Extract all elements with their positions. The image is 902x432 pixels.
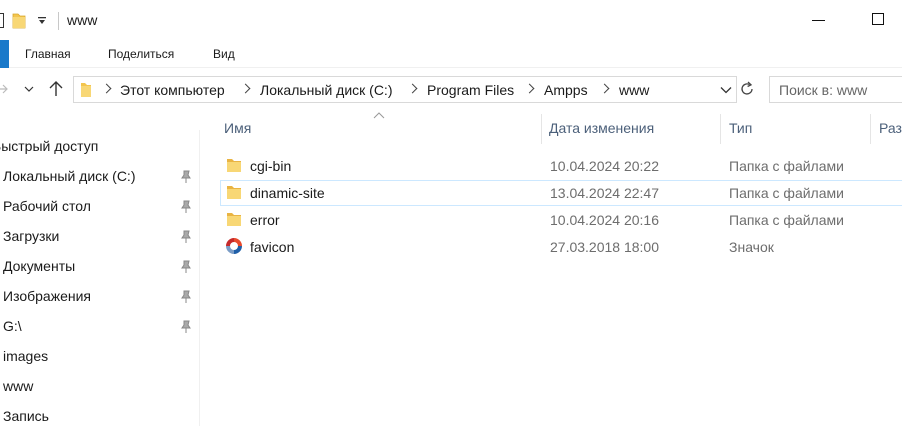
refresh-icon[interactable] <box>739 81 755 97</box>
tab-share[interactable]: Поделиться <box>108 47 174 61</box>
file-name: cgi-bin <box>250 158 292 174</box>
file-name: dinamic-site <box>250 185 325 201</box>
quick-access-folder-icon[interactable] <box>12 12 26 29</box>
sidebar-item-label: www <box>3 378 34 394</box>
address-history-chevron-icon[interactable] <box>720 86 732 94</box>
file-list: Имя Дата изменения Тип Раз cgi-bin 10.04… <box>200 106 902 426</box>
sidebar-item-label: Запись <box>3 408 49 424</box>
pin-icon[interactable] <box>180 290 192 304</box>
pin-icon[interactable] <box>180 230 192 244</box>
tab-home[interactable]: Главная <box>25 47 71 61</box>
pin-icon[interactable] <box>180 260 192 274</box>
sidebar-item-label: images <box>3 348 49 364</box>
sidebar-item-label: Локальный диск (C:) <box>3 168 136 184</box>
column-header-size[interactable]: Раз <box>879 120 902 136</box>
sidebar-item-documents[interactable]: Документы <box>0 252 198 282</box>
pin-icon[interactable] <box>180 200 192 214</box>
address-bar[interactable]: Этот компьютер Локальный диск (C:) Progr… <box>73 76 737 103</box>
sidebar-item-label: G:\ <box>3 318 22 334</box>
sidebar-item-local-disk[interactable]: Локальный диск (C:) <box>0 162 198 192</box>
table-row[interactable]: cgi-bin 10.04.2024 20:22 Папка с файлами <box>220 153 902 179</box>
search-box[interactable] <box>769 76 902 103</box>
sidebar-item-recording[interactable]: Запись <box>0 402 198 432</box>
column-divider[interactable] <box>870 114 871 144</box>
breadcrumb-local-disk[interactable]: Локальный диск (C:) <box>260 82 393 98</box>
recent-locations-chevron-icon[interactable] <box>24 85 34 93</box>
file-date-modified: 10.04.2024 20:16 <box>550 212 659 228</box>
sidebar-item-label: Быстрый доступ <box>0 138 99 154</box>
folder-icon <box>227 159 241 172</box>
column-header-type[interactable]: Тип <box>729 120 752 136</box>
search-input[interactable] <box>770 77 890 102</box>
sidebar-item-downloads[interactable]: Загрузки <box>0 222 198 252</box>
file-type: Папка с файлами <box>729 212 844 228</box>
maximize-button[interactable] <box>872 13 884 25</box>
file-type: Значок <box>729 239 774 255</box>
sidebar-item-www[interactable]: www <box>0 372 198 402</box>
sidebar-item-drive-g[interactable]: G:\ <box>0 312 198 342</box>
breadcrumb-separator-icon[interactable] <box>101 83 112 94</box>
file-date-modified: 13.04.2024 22:47 <box>550 185 659 201</box>
tab-view[interactable]: Вид <box>213 47 235 61</box>
column-header-date-modified[interactable]: Дата изменения <box>549 120 654 136</box>
file-tab[interactable] <box>0 40 9 68</box>
forward-arrow-icon[interactable] <box>0 83 9 95</box>
minimize-button[interactable] <box>812 20 825 21</box>
sort-ascending-icon[interactable] <box>373 112 385 119</box>
file-name: favicon <box>250 239 295 255</box>
column-header-name[interactable]: Имя <box>224 120 251 136</box>
sidebar-item-images[interactable]: images <box>0 342 198 372</box>
file-date-modified: 10.04.2024 20:22 <box>550 158 659 174</box>
title-separator <box>58 12 59 30</box>
column-divider[interactable] <box>541 114 542 144</box>
table-row[interactable]: error 10.04.2024 20:16 Папка с файлами <box>220 207 902 233</box>
table-row[interactable]: dinamic-site 13.04.2024 22:47 Папка с фа… <box>220 180 902 206</box>
pin-icon[interactable] <box>180 320 192 334</box>
breadcrumb-separator-icon[interactable] <box>240 83 251 94</box>
column-divider[interactable] <box>720 114 721 144</box>
sidebar-item-desktop[interactable]: Рабочий стол <box>0 192 198 222</box>
pin-icon[interactable] <box>180 170 192 184</box>
window-title: www <box>67 12 98 28</box>
sidebar-item-quick-access[interactable]: Быстрый доступ <box>0 132 198 162</box>
sidebar-item-label: Загрузки <box>3 228 60 244</box>
sidebar-item-label: Изображения <box>3 288 91 304</box>
ribbon: Главная Поделиться Вид <box>0 40 902 68</box>
breadcrumb-separator-icon[interactable] <box>524 83 535 94</box>
window-icon[interactable] <box>0 13 4 28</box>
file-type: Папка с файлами <box>729 185 844 201</box>
customize-toolbar-dropdown-icon[interactable] <box>37 16 47 26</box>
table-row[interactable]: favicon 27.03.2018 18:00 Значок <box>220 234 902 260</box>
folder-icon <box>227 186 241 199</box>
sidebar-item-label: Рабочий стол <box>3 198 91 214</box>
breadcrumb-separator-icon[interactable] <box>407 83 418 94</box>
navigation-pane: Быстрый доступ Локальный диск (C:) Рабоч… <box>0 130 200 426</box>
breadcrumb-this-pc[interactable]: Этот компьютер <box>120 82 225 98</box>
breadcrumb-program-files[interactable]: Program Files <box>427 82 514 98</box>
breadcrumb-separator-icon[interactable] <box>599 83 610 94</box>
file-type: Папка с файлами <box>729 158 844 174</box>
ampps-favicon-icon <box>226 238 242 254</box>
sidebar-item-label: Документы <box>3 258 76 274</box>
file-date-modified: 27.03.2018 18:00 <box>550 239 659 255</box>
breadcrumb-www[interactable]: www <box>619 82 649 98</box>
address-folder-icon <box>81 83 91 97</box>
navigation-bar: Этот компьютер Локальный диск (C:) Progr… <box>0 72 902 106</box>
sidebar-item-pictures[interactable]: Изображения <box>0 282 198 312</box>
file-name: error <box>250 212 280 228</box>
breadcrumb-ampps[interactable]: Ampps <box>544 82 588 98</box>
title-bar: www <box>0 0 902 40</box>
folder-icon <box>227 213 241 226</box>
up-arrow-icon[interactable] <box>49 80 63 97</box>
